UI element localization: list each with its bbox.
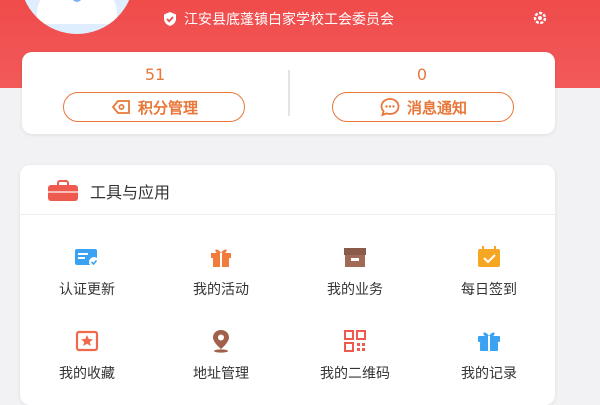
archive-box-icon bbox=[341, 243, 369, 271]
tool-label: 我的业务 bbox=[327, 282, 383, 298]
points-tag-icon bbox=[110, 96, 132, 118]
calendar-check-icon bbox=[475, 243, 503, 271]
message-notifications-label: 消息通知 bbox=[406, 98, 467, 117]
record-gift-icon bbox=[475, 327, 503, 355]
tools-card: 工具与应用 认证更新 我的活动 我的业务 每日签到 我的收藏 地址管理 我的二维… bbox=[20, 165, 555, 405]
chat-bubble-icon bbox=[379, 96, 401, 118]
verified-shield-icon bbox=[162, 11, 178, 27]
points-management-label: 积分管理 bbox=[137, 98, 198, 117]
settings-gear-icon[interactable] bbox=[530, 11, 550, 25]
tool-my-records[interactable]: 我的记录 bbox=[422, 327, 556, 397]
points-management-button[interactable]: 积分管理 bbox=[63, 92, 245, 122]
tool-label: 我的收藏 bbox=[59, 366, 115, 382]
tool-label: 地址管理 bbox=[193, 366, 249, 382]
star-frame-icon bbox=[73, 327, 101, 355]
points-stat: 51 积分管理 bbox=[22, 52, 288, 134]
message-notifications-button[interactable]: 消息通知 bbox=[332, 92, 514, 122]
tool-label: 我的活动 bbox=[193, 282, 249, 298]
stats-card: 51 积分管理 0 消息通知 bbox=[22, 52, 555, 134]
organization-row: 江安县底蓬镇白家学校工会委员会 bbox=[162, 9, 394, 29]
organization-name: 江安县底蓬镇白家学校工会委员会 bbox=[184, 12, 394, 28]
tool-identity-update[interactable]: 认证更新 bbox=[20, 243, 154, 313]
gift-icon bbox=[207, 243, 235, 271]
tool-daily-checkin[interactable]: 每日签到 bbox=[422, 243, 556, 313]
location-pin-icon bbox=[207, 327, 235, 355]
messages-stat: 0 消息通知 bbox=[289, 52, 555, 134]
tool-my-qr-code[interactable]: 我的二维码 bbox=[288, 327, 422, 397]
tool-label: 认证更新 bbox=[59, 282, 115, 298]
tools-title: 工具与应用 bbox=[90, 183, 171, 202]
avatar-shirt bbox=[37, 0, 117, 24]
messages-count: 0 bbox=[416, 65, 428, 84]
qr-code-icon bbox=[341, 327, 369, 355]
tool-label: 我的二维码 bbox=[320, 366, 390, 382]
tool-address-management[interactable]: 地址管理 bbox=[154, 327, 288, 397]
points-count: 51 bbox=[144, 65, 166, 84]
tool-label: 我的记录 bbox=[461, 366, 517, 382]
tool-label: 每日签到 bbox=[461, 282, 517, 298]
id-card-icon bbox=[73, 243, 101, 271]
tool-my-business[interactable]: 我的业务 bbox=[288, 243, 422, 313]
tools-header: 工具与应用 bbox=[20, 165, 555, 215]
tool-my-favorites[interactable]: 我的收藏 bbox=[20, 327, 154, 397]
tool-my-activities[interactable]: 我的活动 bbox=[154, 243, 288, 313]
toolbox-icon bbox=[46, 180, 80, 202]
